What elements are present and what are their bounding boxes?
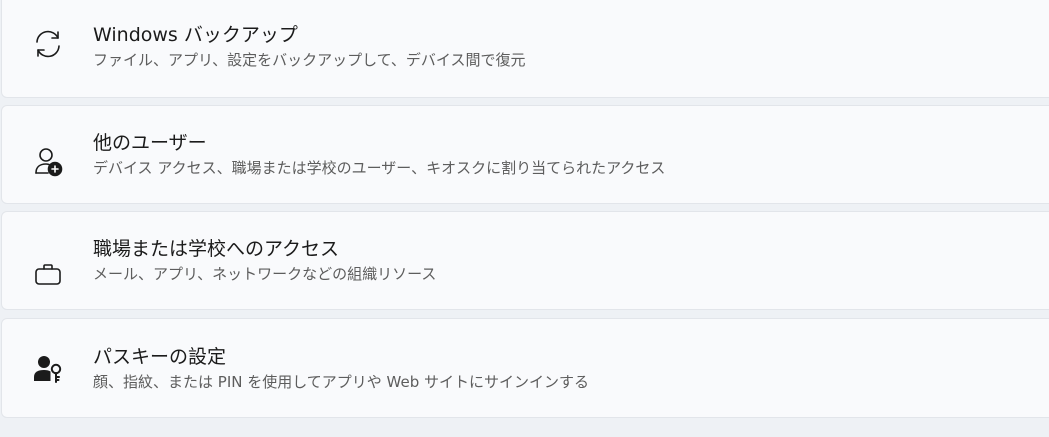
item-description: ファイル、アプリ、設定をバックアップして、デバイス間で復元 [93,50,526,69]
item-title: Windows バックアップ [93,23,298,46]
other-users-item[interactable]: 他のユーザー デバイス アクセス、職場または学校のユーザー、キオスクに割り当てら… [1,105,1049,204]
work-school-access-item[interactable]: 職場または学校へのアクセス メール、アプリ、ネットワークなどの組織リソース [1,211,1049,310]
windows-backup-text: Windows バックアップ ファイル、アプリ、設定をバックアップして、デバイス… [93,0,525,97]
item-description: デバイス アクセス、職場または学校のユーザー、キオスクに割り当てられたアクセス [93,159,666,177]
item-title: パスキーの設定 [93,345,227,368]
sync-icon [29,25,67,63]
work-school-access-text: 職場または学校へのアクセス メール、アプリ、ネットワークなどの組織リソース [93,212,436,309]
add-user-icon [29,143,67,181]
item-description: 顔、指紋、または PIN を使用してアプリや Web サイトにサインインする [93,372,590,391]
item-title: 職場または学校へのアクセス [93,238,340,260]
passkey-icon [29,350,67,388]
passkey-settings-item[interactable]: パスキーの設定 顔、指紋、または PIN を使用してアプリや Web サイトにサ… [1,318,1049,418]
windows-backup-item[interactable]: Windows バックアップ ファイル、アプリ、設定をバックアップして、デバイス… [1,0,1049,98]
item-title: 他のユーザー [93,132,207,154]
settings-list: Windows バックアップ ファイル、アプリ、設定をバックアップして、デバイス… [0,0,1049,437]
item-description: メール、アプリ、ネットワークなどの組織リソース [93,265,437,283]
other-users-text: 他のユーザー デバイス アクセス、職場または学校のユーザー、キオスクに割り当てら… [93,106,665,203]
passkey-settings-text: パスキーの設定 顔、指紋、または PIN を使用してアプリや Web サイトにサ… [93,319,589,417]
briefcase-icon [29,256,67,294]
